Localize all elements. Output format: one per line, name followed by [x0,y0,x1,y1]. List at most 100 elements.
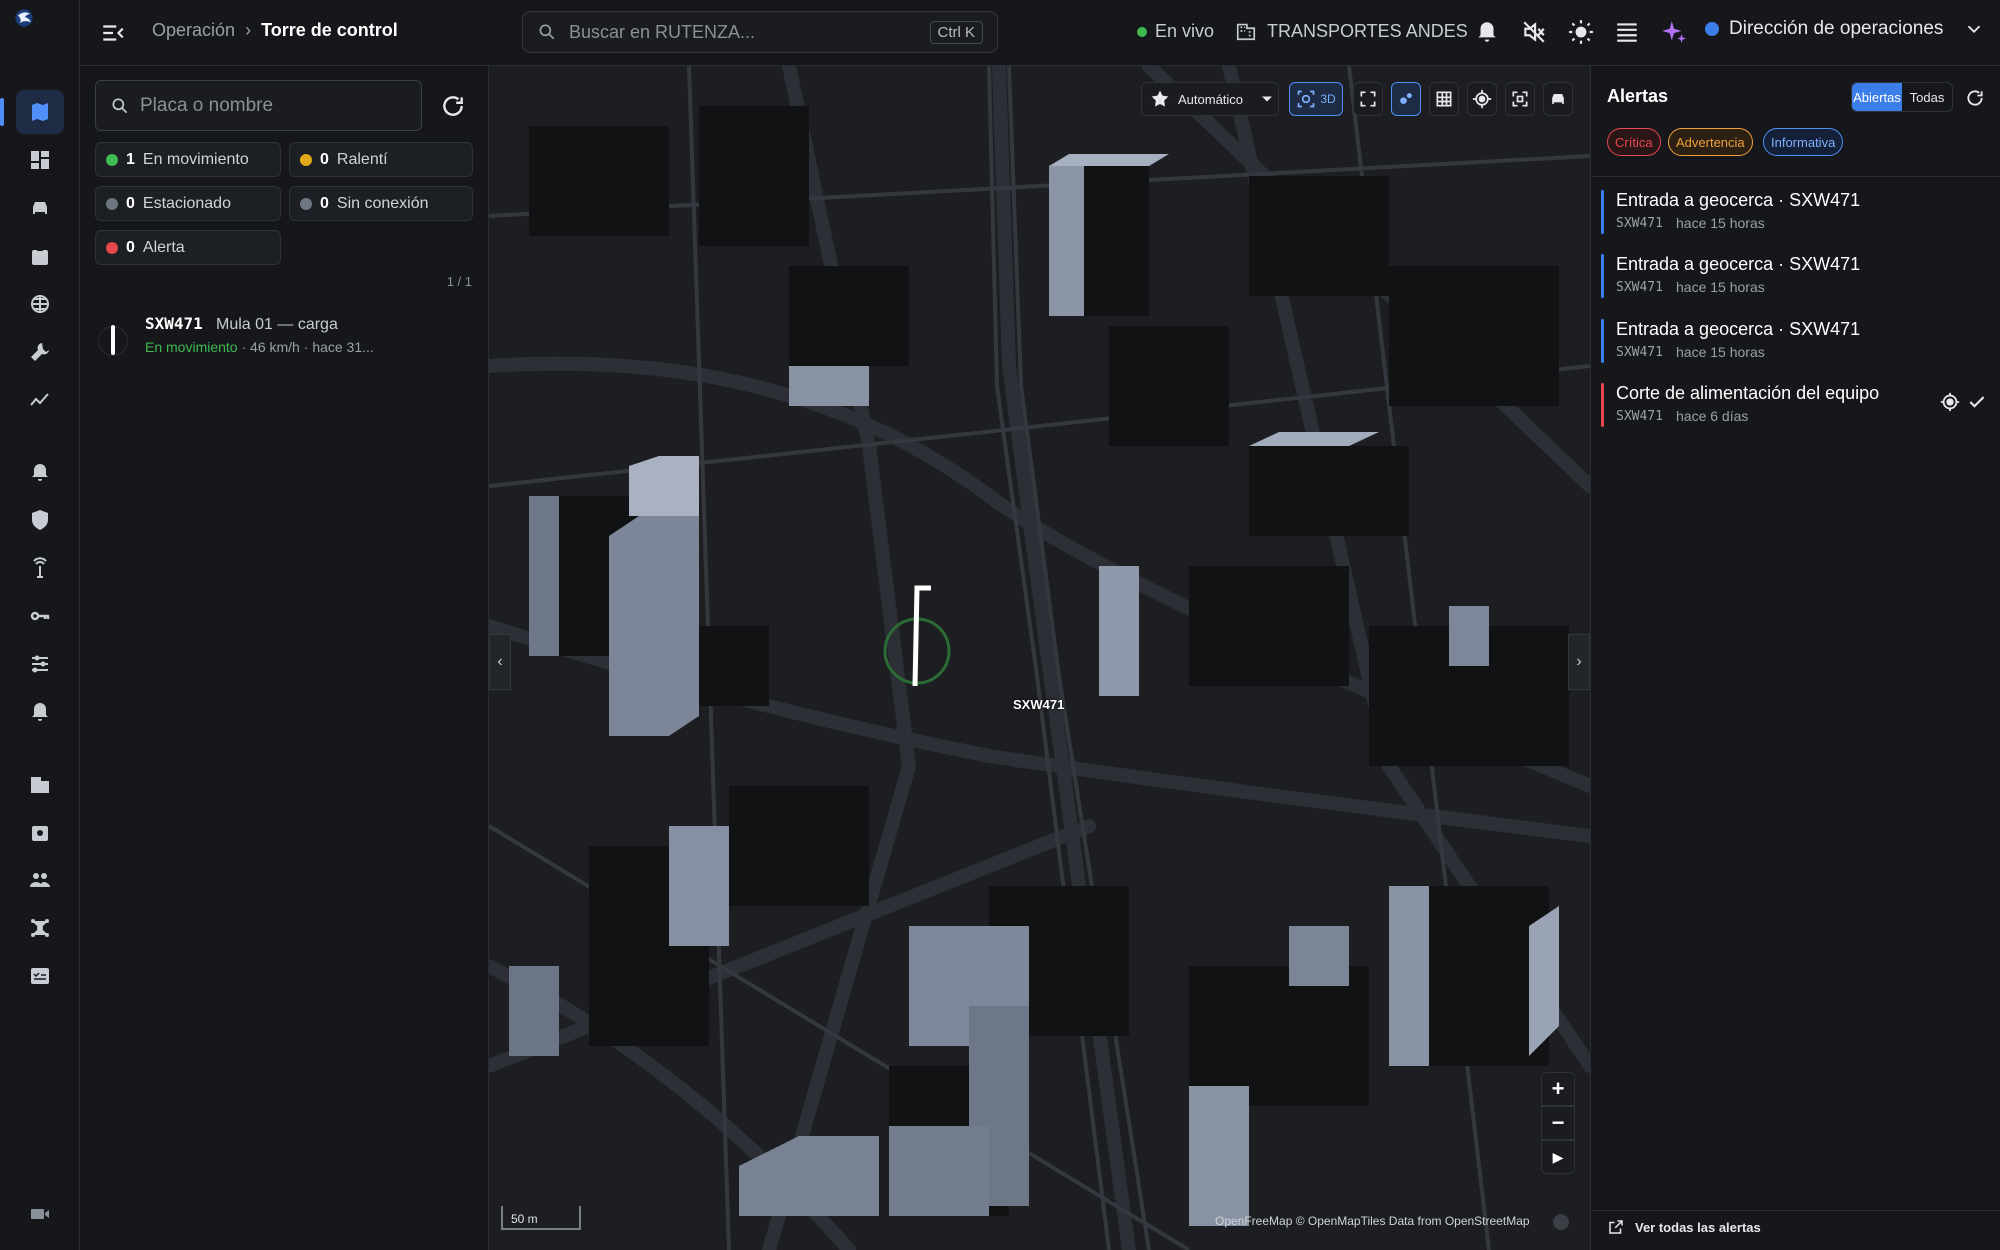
rail-car-icon[interactable] [16,186,64,230]
alert-list-item[interactable]: Entrada a geocerca · SXW471 SXW471 hace … [1601,319,1991,375]
vehicle-list-item[interactable]: SXW471 Mula 01 — carga En movimiento · 4… [80,302,489,384]
tab-all-alerts[interactable]: Todas [1902,83,1952,111]
severity-bar [1601,319,1604,363]
filter-critical[interactable]: Crítica [1607,128,1661,156]
rail-map-icon[interactable] [0,90,64,134]
rail-id-badge-icon[interactable] [16,234,64,278]
plate-search-input[interactable]: Placa o nombre [95,80,422,131]
alert-title: Entrada a geocerca · SXW471 [1616,319,1861,339]
rail-radio-tower-icon[interactable] [16,546,64,590]
alert-list-item[interactable]: Entrada a geocerca · SXW471 SXW471 hace … [1601,254,1991,310]
stat-chip-moving[interactable]: 1 En movimiento [95,142,281,177]
rail-video-icon[interactable] [16,1192,64,1236]
search-icon [539,24,555,40]
rail-key-icon[interactable] [16,594,64,638]
alert-time: hace 15 horas [1676,215,1765,231]
rail-bell-icon[interactable] [16,690,64,734]
building-icon [1236,23,1256,41]
sparkles-icon[interactable] [1659,17,1689,47]
locate-icon[interactable] [1467,82,1497,116]
alert-title: Entrada a geocerca · SXW471 [1616,190,1861,210]
app-logo[interactable] [12,6,68,58]
rail-wrench-icon[interactable] [16,330,64,374]
notifications-bell-icon[interactable] [1472,17,1502,47]
hamburger-icon[interactable] [1612,17,1642,47]
map-mode-selector[interactable]: Automático [1141,82,1279,116]
rail-building-icon[interactable] [16,762,64,806]
map-scale-label: 50 m [511,1212,538,1226]
stat-chip-offline[interactable]: 0 Sin conexión [289,186,473,221]
map-view[interactable]: SXW471 Automático 3D ‹ › + − ▶ 50 m Open… [489,66,1590,1250]
compass-button[interactable]: ▶ [1541,1140,1575,1174]
view-all-alerts-link[interactable]: Ver todas las alertas [1607,1218,1761,1236]
menu-collapse-icon[interactable] [100,18,130,48]
filter-warning[interactable]: Advertencia [1668,128,1753,156]
stat-chip-parked[interactable]: 0 Estacionado [95,186,281,221]
status-dot [106,197,118,210]
status-dot [106,153,118,166]
live-label: En vivo [1155,21,1215,41]
alert-time: hace 15 horas [1676,279,1765,295]
severity-bar [1601,254,1604,298]
rail-analytics-icon[interactable] [16,378,64,422]
3d-view-toggle[interactable]: 3D [1289,82,1343,116]
zoom-in-button[interactable]: + [1541,1072,1575,1106]
stat-count: 0 [320,150,329,168]
stat-label: Alerta [142,238,185,256]
divider [1591,1210,2000,1211]
focus-icon[interactable] [1505,82,1535,116]
company-selector[interactable]: TRANSPORTES ANDES [1235,20,1468,42]
org-selector[interactable]: Dirección de operaciones [1705,18,1985,40]
company-name: TRANSPORTES ANDES [1267,20,1468,41]
map-mode-label: Automático [1178,91,1244,107]
tab-open-alerts[interactable]: Abiertas [1852,83,1902,111]
layers-icon[interactable] [1391,82,1421,116]
stat-chip-idle[interactable]: 0 Ralentí [289,142,473,177]
stat-label: Estacionado [142,194,231,212]
rail-people-icon[interactable] [16,858,64,902]
fullscreen-icon[interactable] [1353,82,1383,116]
refresh-icon[interactable] [1963,86,1987,110]
alert-list-item[interactable]: Entrada a geocerca · SXW471 SXW471 hace … [1601,190,1991,246]
map-canvas[interactable] [489,66,1590,1250]
vehicle-map-label[interactable]: SXW471 [1013,697,1064,712]
grid-icon[interactable] [1429,82,1459,116]
collapse-left-panel-button[interactable]: ‹ [489,634,511,690]
locate-on-map-icon[interactable] [1939,391,1961,413]
vehicle-name: Mula 01 — carga [216,316,338,333]
plate-search-placeholder: Placa o nombre [140,95,274,116]
status-dot [106,241,118,254]
chevron-down-icon [1968,25,1981,34]
global-search-input[interactable]: Buscar en RUTENZA... Ctrl K [522,11,998,53]
refresh-icon[interactable] [435,88,471,124]
alert-plate: SXW471 [1616,409,1663,424]
severity-bar [1601,190,1604,234]
rail-dashboard-icon[interactable] [16,138,64,182]
filter-info[interactable]: Informativa [1763,128,1844,156]
collapse-right-panel-button[interactable]: › [1568,634,1590,690]
vehicle-updated: hace 31... [312,339,374,355]
volume-off-icon[interactable] [1519,17,1549,47]
rail-sliders-icon[interactable] [16,642,64,686]
car-icon[interactable] [1543,82,1573,116]
alerts-tab-switch: Abiertas Todas [1851,82,1953,112]
breadcrumb-section[interactable]: Operación [152,20,235,41]
org-avatar [1705,22,1719,36]
acknowledge-check-icon[interactable] [1967,392,1987,412]
alert-list-item[interactable]: Corte de alimentación del equipo SXW471 … [1601,383,1991,439]
stat-chip-alert[interactable]: 0 Alerta [95,230,281,265]
sun-icon[interactable] [1566,17,1596,47]
rail-grid-icon[interactable] [16,282,64,326]
rail-badge-icon[interactable] [16,810,64,854]
zoom-out-button[interactable]: − [1541,1106,1575,1140]
map-attribution[interactable]: OpenFreeMap © OpenMapTiles Data from Ope… [1215,1214,1530,1228]
rail-checklist-icon[interactable] [16,954,64,998]
3d-view-label: 3D [1320,92,1336,106]
rail-shield-icon[interactable] [16,498,64,542]
rail-alarm-icon[interactable] [16,450,64,494]
top-bar: Operación › Torre de control Buscar en R… [80,0,2000,66]
heading-needle [111,325,115,355]
alert-time: hace 15 horas [1676,344,1765,360]
attribution-info-icon[interactable] [1553,1214,1569,1230]
rail-network-icon[interactable] [16,906,64,950]
